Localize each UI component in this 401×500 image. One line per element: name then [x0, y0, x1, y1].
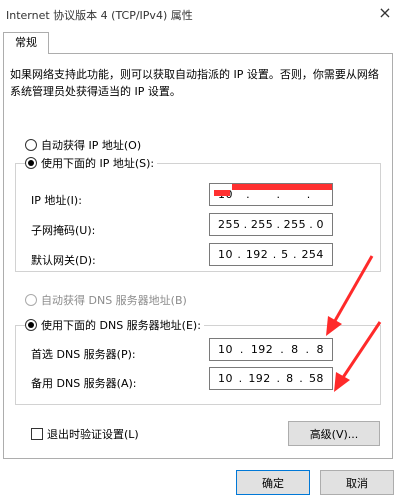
radio-auto-dns-label: 自动获得 DNS 服务器地址(B): [41, 294, 187, 307]
validate-on-exit-label: 退出时验证设置(L): [47, 428, 139, 441]
cancel-button[interactable]: 取消: [320, 470, 394, 495]
subnet-mask-label: 子网掩码(U):: [31, 224, 96, 237]
alternate-dns-label: 备用 DNS 服务器(A):: [31, 377, 137, 390]
radio-manual-ip-label: 使用下面的 IP 地址(S):: [41, 157, 155, 170]
radio-manual-dns-label: 使用下面的 DNS 服务器地址(E):: [41, 319, 201, 332]
octet: 10: [218, 372, 233, 385]
radio-icon: [25, 294, 37, 306]
octet: 255: [250, 218, 274, 231]
octet: 10: [218, 248, 233, 261]
ip-address-label: IP 地址(I):: [31, 194, 82, 207]
redaction-mark: [232, 184, 332, 190]
alternate-dns-input[interactable]: 10. 192. 8. 58: [209, 367, 333, 390]
checkbox-icon: [31, 428, 43, 440]
radio-auto-dns[interactable]: 自动获得 DNS 服务器地址(B): [25, 292, 187, 308]
redaction-mark: [214, 190, 230, 196]
annotation-arrow-icon: [334, 321, 382, 392]
octet: 8: [286, 372, 294, 385]
radio-checked-icon: [25, 157, 37, 169]
window-title: Internet 协议版本 4 (TCP/IPv4) 属性: [6, 9, 193, 22]
octet: 255: [283, 218, 307, 231]
description-text: 如果网络支持此功能，则可以获取自动指派的 IP 设置。否则，你需要从网络系统管理…: [10, 68, 379, 98]
octet: 0: [316, 218, 324, 231]
octet: 255: [218, 218, 241, 231]
radio-auto-ip[interactable]: 自动获得 IP 地址(O): [25, 137, 141, 153]
octet: 8: [291, 343, 299, 356]
octet: 192: [248, 372, 271, 385]
radio-auto-ip-label: 自动获得 IP 地址(O): [41, 139, 142, 152]
default-gateway-label: 默认网关(D):: [31, 254, 96, 267]
octet: 58: [308, 372, 324, 385]
octet: 8: [316, 343, 324, 356]
radio-icon: [25, 139, 37, 151]
octet: 10: [218, 343, 233, 356]
preferred-dns-input[interactable]: 10. 192. 8. 8: [209, 338, 333, 361]
radio-manual-ip[interactable]: 使用下面的 IP 地址(S):: [25, 155, 158, 171]
octet: 5: [281, 248, 289, 261]
tab-general[interactable]: 常规: [3, 32, 49, 54]
advanced-button[interactable]: 高级(V)...: [288, 421, 380, 446]
subnet-mask-input[interactable]: 255. 255. 255. 0: [209, 213, 333, 236]
close-icon[interactable]: ×: [375, 3, 395, 22]
title-bar: Internet 协议版本 4 (TCP/IPv4) 属性 ×: [0, 0, 401, 30]
octet: 192: [250, 343, 274, 356]
radio-manual-dns[interactable]: 使用下面的 DNS 服务器地址(E):: [25, 317, 204, 333]
preferred-dns-label: 首选 DNS 服务器(P):: [31, 348, 136, 361]
radio-checked-icon: [25, 319, 37, 331]
octet: 192: [245, 248, 269, 261]
ok-button[interactable]: 确定: [236, 470, 310, 495]
default-gateway-input[interactable]: 10. 192. 5. 254: [209, 243, 333, 266]
validate-on-exit-checkbox[interactable]: 退出时验证设置(L): [31, 426, 139, 442]
